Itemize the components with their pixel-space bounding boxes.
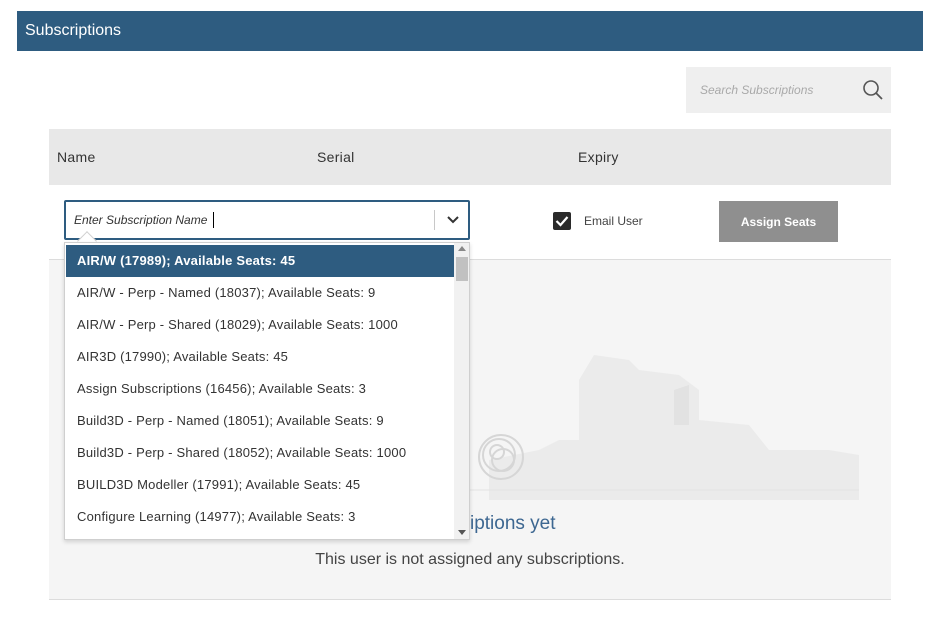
dropdown-option[interactable]: Build3D - Perp - Named (18051); Availabl… [66, 405, 454, 437]
dropdown-scrollbar[interactable] [454, 243, 469, 539]
email-user-checkbox[interactable] [553, 212, 571, 230]
chevron-down-icon [447, 216, 459, 224]
search-icon[interactable] [862, 79, 884, 101]
page-header: Subscriptions [17, 11, 923, 51]
empty-illustration [449, 355, 859, 500]
page-title: Subscriptions [25, 22, 122, 39]
column-header-expiry[interactable]: Expiry [578, 129, 619, 185]
checkmark-icon [555, 216, 569, 227]
dropdown-toggle[interactable] [436, 202, 470, 238]
dropdown-option[interactable]: Assign Subscriptions (16456); Available … [66, 373, 454, 405]
dropdown-option[interactable]: BUILD3D Modeller (17991); Available Seat… [66, 469, 454, 501]
column-header-name[interactable]: Name [57, 129, 96, 185]
text-cursor [213, 212, 214, 228]
dropdown-option[interactable]: Configure Learning (14977); Available Se… [66, 501, 454, 533]
subscription-name-input[interactable] [74, 210, 424, 230]
scroll-up-icon[interactable] [458, 246, 466, 251]
column-header-serial[interactable]: Serial [317, 129, 355, 185]
scroll-down-icon[interactable] [458, 530, 466, 535]
empty-state-description: This user is not assigned any subscripti… [315, 551, 625, 568]
dropdown-option[interactable]: AIR/W (17989); Available Seats: 45 [66, 245, 454, 277]
search-input[interactable] [700, 79, 850, 101]
dropdown-option[interactable]: AIR3D (17990); Available Seats: 45 [66, 341, 454, 373]
dropdown-option[interactable]: AIR/W - Perp - Shared (18029); Available… [66, 309, 454, 341]
combobox-divider [434, 210, 435, 230]
scrollbar-thumb[interactable] [456, 257, 468, 281]
dropdown-option[interactable]: Build3D - Perp - Shared (18052); Availab… [66, 437, 454, 469]
subscription-dropdown-list: AIR/W (17989); Available Seats: 45 AIR/W… [64, 242, 470, 540]
subscription-combobox[interactable] [64, 200, 470, 240]
dropdown-option[interactable]: AIR/W - Perp - Named (18037); Available … [66, 277, 454, 309]
assign-seats-button[interactable]: Assign Seats [719, 201, 838, 242]
table-header: Name Serial Expiry [49, 129, 891, 185]
search-box [686, 67, 891, 113]
email-user-label: Email User [584, 214, 643, 228]
